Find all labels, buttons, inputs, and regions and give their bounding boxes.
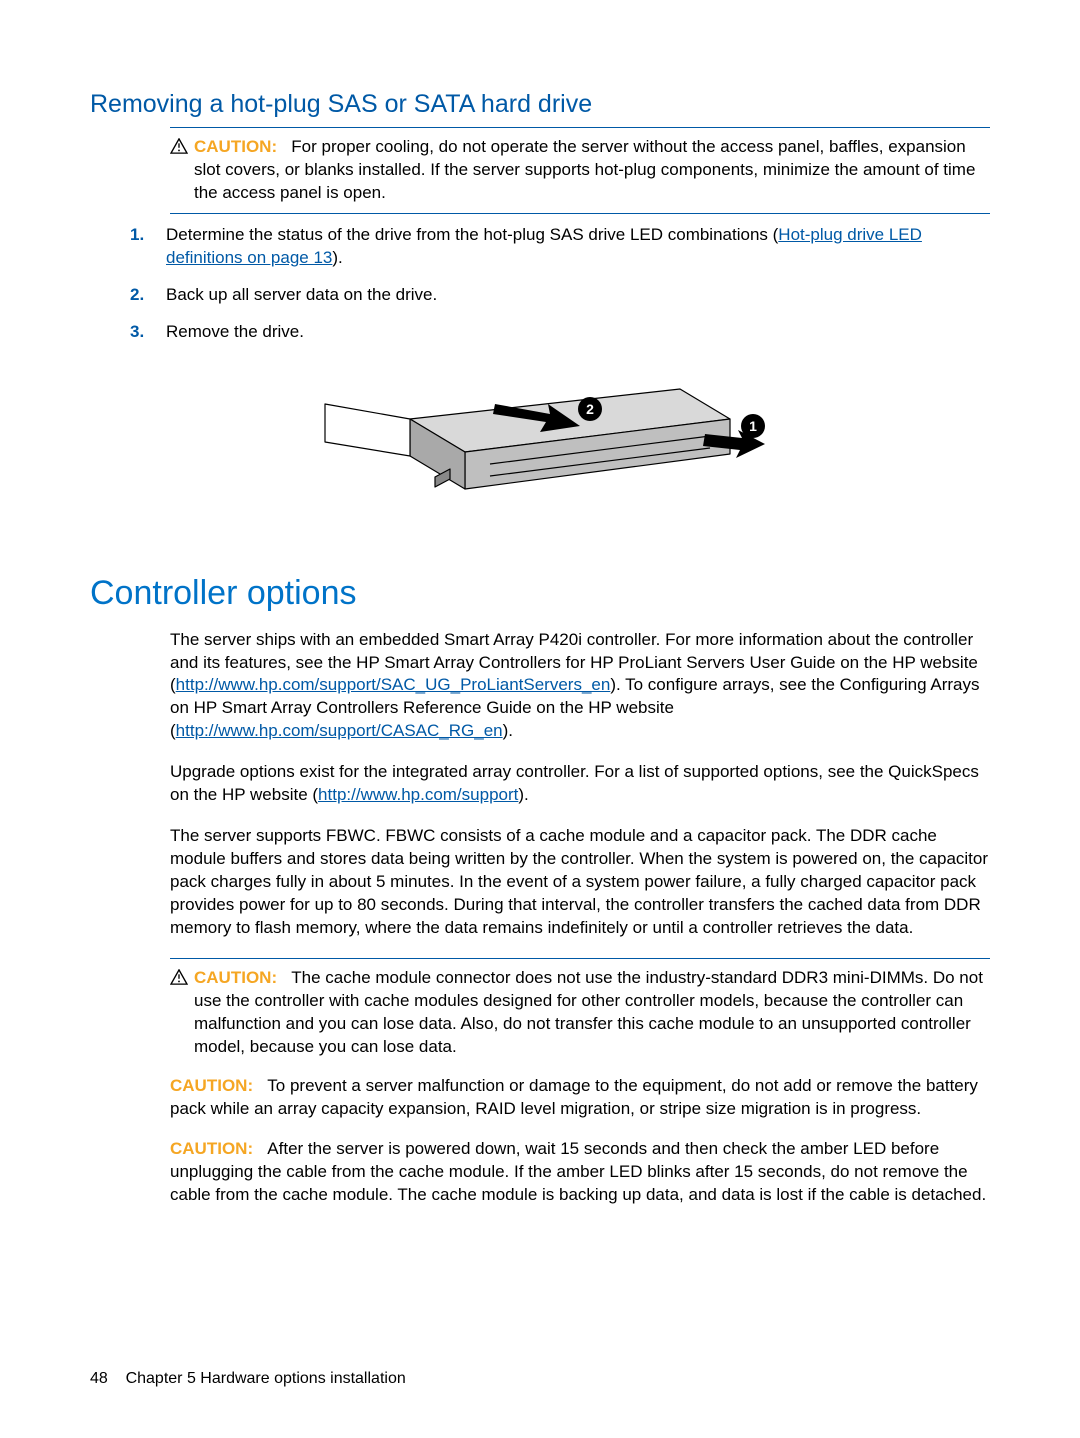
casac-rg-link[interactable]: http://www.hp.com/support/CASAC_RG_en — [176, 721, 503, 740]
heading-removing-drive: Removing a hot-plug SAS or SATA hard dri… — [90, 90, 990, 119]
controller-para-1: The server ships with an embedded Smart … — [170, 629, 990, 744]
caution-label: CAUTION: — [194, 137, 277, 156]
caution-text-3: CAUTION: To prevent a server malfunction… — [170, 1075, 990, 1121]
step-1: 1. Determine the status of the drive fro… — [130, 224, 990, 270]
heading-controller-options: Controller options — [90, 574, 990, 613]
svg-text:2: 2 — [586, 401, 594, 417]
page-number: 48 — [90, 1370, 108, 1387]
caution-label: CAUTION: — [194, 968, 277, 987]
step-number: 3. — [130, 321, 148, 344]
caution-label: CAUTION: — [170, 1139, 253, 1158]
caution-body: For proper cooling, do not operate the s… — [194, 137, 975, 202]
warning-icon — [170, 138, 188, 154]
step-2: 2. Back up all server data on the drive. — [130, 284, 990, 307]
svg-text:1: 1 — [749, 418, 757, 434]
chapter-title: Chapter 5 Hardware options installation — [126, 1370, 406, 1387]
step-text: Remove the drive. — [166, 321, 304, 344]
steps-list: 1. Determine the status of the drive fro… — [130, 224, 990, 344]
caution-text-2: CAUTION: The cache module connector does… — [194, 967, 990, 1059]
controller-para-2: Upgrade options exist for the integrated… — [170, 761, 990, 807]
sac-ug-link[interactable]: http://www.hp.com/support/SAC_UG_ProLian… — [176, 675, 611, 694]
step-3: 3. Remove the drive. — [130, 321, 990, 344]
step-text: Back up all server data on the drive. — [166, 284, 437, 307]
page: Removing a hot-plug SAS or SATA hard dri… — [0, 0, 1080, 1438]
controller-para-3: The server supports FBWC. FBWC consists … — [170, 825, 990, 940]
step-number: 1. — [130, 224, 148, 270]
caution-text-1: CAUTION: For proper cooling, do not oper… — [194, 136, 990, 205]
step-text: Determine the status of the drive from t… — [166, 224, 990, 270]
caution-body: To prevent a server malfunction or damag… — [170, 1076, 978, 1118]
caution-body: The cache module connector does not use … — [194, 968, 983, 1056]
page-footer: 48 Chapter 5 Hardware options installati… — [90, 1370, 406, 1388]
caution-block-1: CAUTION: For proper cooling, do not oper… — [170, 127, 990, 214]
warning-icon — [170, 969, 188, 985]
hp-support-link[interactable]: http://www.hp.com/support — [318, 785, 518, 804]
drive-removal-figure: 2 1 — [90, 364, 990, 534]
step-number: 2. — [130, 284, 148, 307]
caution-block-2: CAUTION: The cache module connector does… — [170, 958, 990, 1065]
caution-body: After the server is powered down, wait 1… — [170, 1139, 986, 1204]
caution-label: CAUTION: — [170, 1076, 253, 1095]
caution-text-4: CAUTION: After the server is powered dow… — [170, 1138, 990, 1207]
drive-svg: 2 1 — [290, 364, 790, 529]
controller-body: The server ships with an embedded Smart … — [170, 629, 990, 1208]
